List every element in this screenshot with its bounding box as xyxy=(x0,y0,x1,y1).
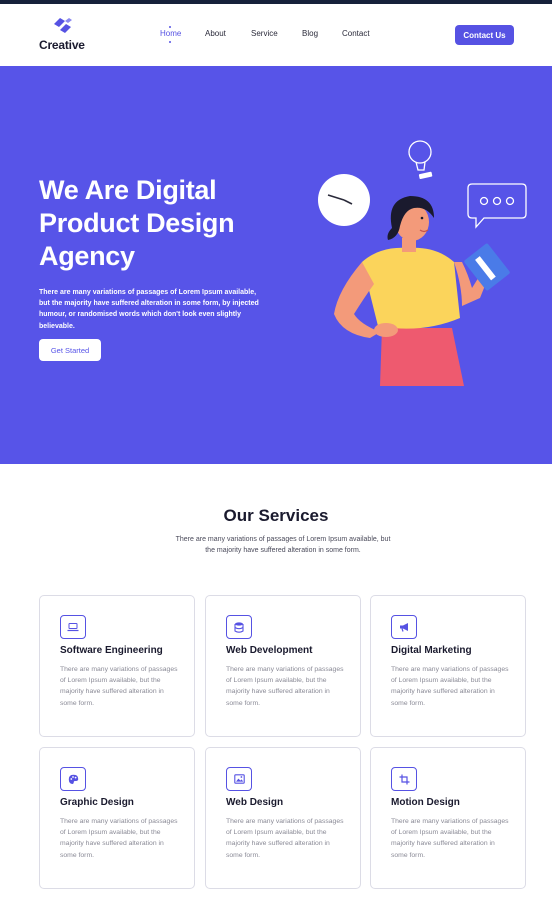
contact-us-button[interactable]: Contact Us xyxy=(455,25,514,45)
nav-contact[interactable]: Contact xyxy=(342,29,370,38)
hero-illustration xyxy=(318,140,527,386)
card-title: Motion Design xyxy=(391,797,460,808)
service-card-motion-design[interactable]: Motion Design There are many variations … xyxy=(370,747,526,889)
service-card-software-engineering[interactable]: Software Engineering There are many vari… xyxy=(39,595,195,737)
service-card-graphic-design[interactable]: Graphic Design There are many variations… xyxy=(39,747,195,889)
person-figure xyxy=(334,196,488,386)
card-title: Digital Marketing xyxy=(391,645,472,656)
nav-home[interactable]: Home xyxy=(160,29,181,38)
nav-blog[interactable]: Blog xyxy=(302,29,318,38)
services-title: Our Services xyxy=(223,506,329,525)
hero-section: We Are Digital Product Design Agency The… xyxy=(0,66,552,464)
card-text: There are many variations of passages of… xyxy=(391,818,509,859)
service-card-web-design[interactable]: Web Design There are many variations of … xyxy=(205,747,361,889)
nav-active-dot-top xyxy=(169,26,171,28)
chat-bubble-icon xyxy=(467,183,527,229)
nav-active-dot-bottom xyxy=(169,41,171,43)
laptop-icon xyxy=(60,615,86,639)
megaphone-icon xyxy=(391,615,417,639)
image-icon xyxy=(226,767,252,791)
database-icon xyxy=(226,615,252,639)
crop-icon xyxy=(391,767,417,791)
card-title: Software Engineering xyxy=(60,645,163,656)
nav-service[interactable]: Service xyxy=(251,29,278,38)
clock-icon xyxy=(318,174,370,226)
card-text: There are many variations of passages of… xyxy=(60,818,178,859)
nav-about[interactable]: About xyxy=(205,29,226,38)
card-title: Graphic Design xyxy=(60,797,134,808)
card-text: There are many variations of passages of… xyxy=(226,666,344,707)
card-title: Web Development xyxy=(226,645,313,656)
hero-title: We Are Digital Product Design Agency xyxy=(39,175,235,271)
card-text: There are many variations of passages of… xyxy=(226,818,344,859)
get-started-button[interactable]: Get Started xyxy=(39,339,101,361)
service-card-web-development[interactable]: Web Development There are many variation… xyxy=(205,595,361,737)
lightbulb-icon xyxy=(408,140,433,179)
card-title: Web Design xyxy=(226,797,284,808)
palette-icon xyxy=(60,767,86,791)
services-subtitle: There are many variations of passages of… xyxy=(175,536,391,554)
hero-description: There are many variations of passages of… xyxy=(39,289,259,330)
site-header: Creative Home About Service Blog Contact… xyxy=(0,4,552,66)
service-card-digital-marketing[interactable]: Digital Marketing There are many variati… xyxy=(370,595,526,737)
card-text: There are many variations of passages of… xyxy=(391,666,509,707)
card-text: There are many variations of passages of… xyxy=(60,666,178,707)
